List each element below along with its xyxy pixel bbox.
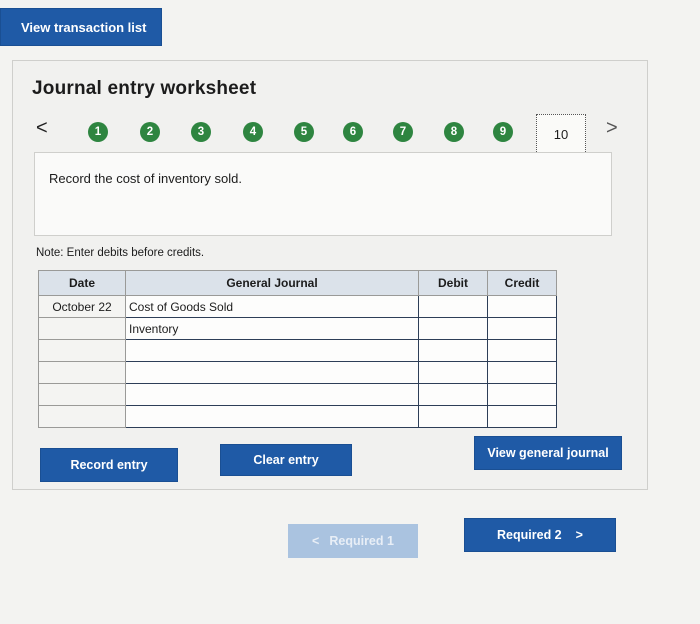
debit-cell[interactable] [418, 361, 488, 384]
prev-step-arrow[interactable]: < [36, 117, 48, 140]
instruction-box: Record the cost of inventory sold. [34, 152, 612, 236]
account-cell[interactable] [125, 361, 419, 384]
date-cell[interactable] [38, 383, 126, 406]
required-2-button[interactable]: Required 2 > [464, 518, 616, 552]
credit-cell[interactable] [487, 317, 557, 340]
debit-cell[interactable] [418, 383, 488, 406]
credit-cell[interactable] [487, 383, 557, 406]
table-row: October 22 Cost of Goods Sold [38, 295, 557, 318]
date-cell[interactable] [38, 317, 126, 340]
step-6[interactable]: 6 [343, 122, 363, 142]
table-header-row: Date General Journal Debit Credit [38, 270, 557, 296]
date-cell[interactable] [38, 339, 126, 362]
debit-cell[interactable] [418, 317, 488, 340]
table-row [38, 383, 557, 406]
account-text: Inventory [129, 321, 179, 336]
account-cell[interactable] [125, 405, 419, 428]
step-8[interactable]: 8 [444, 122, 464, 142]
step-10-current[interactable]: 10 [536, 114, 586, 154]
clear-entry-button[interactable]: Clear entry [220, 444, 352, 476]
credit-cell[interactable] [487, 405, 557, 428]
step-9[interactable]: 9 [493, 122, 513, 142]
chevron-right-icon: > [575, 528, 583, 542]
required-1-label: Required 1 [329, 534, 394, 548]
account-cell[interactable] [125, 383, 419, 406]
account-cell[interactable] [125, 339, 419, 362]
step-1[interactable]: 1 [88, 122, 108, 142]
debit-cell[interactable] [418, 339, 488, 362]
step-3[interactable]: 3 [191, 122, 211, 142]
debit-credit-note: Note: Enter debits before credits. [36, 247, 205, 259]
journal-entry-table: Date General Journal Debit Credit Octobe… [38, 270, 557, 428]
view-transaction-list-button[interactable]: View transaction list [0, 8, 162, 46]
step-7[interactable]: 7 [393, 122, 413, 142]
required-1-button[interactable]: < Required 1 [288, 524, 418, 558]
next-step-arrow[interactable]: > [606, 117, 618, 140]
date-cell[interactable]: October 22 [38, 295, 126, 318]
table-row [38, 405, 557, 428]
step-5[interactable]: 5 [294, 122, 314, 142]
step-2[interactable]: 2 [140, 122, 160, 142]
view-general-journal-button[interactable]: View general journal [474, 436, 622, 470]
date-cell[interactable] [38, 405, 126, 428]
chevron-left-icon: < [312, 534, 320, 548]
table-row [38, 361, 557, 384]
account-text: Cost of Goods Sold [129, 299, 234, 314]
table-row: Inventory [38, 317, 557, 340]
instruction-text: Record the cost of inventory sold. [49, 171, 242, 186]
debit-cell[interactable] [418, 405, 488, 428]
credit-cell[interactable] [487, 295, 557, 318]
debit-cell[interactable] [418, 295, 488, 318]
general-journal-column-header: General Journal [125, 270, 419, 296]
required-2-label: Required 2 [497, 528, 562, 542]
record-entry-button[interactable]: Record entry [40, 448, 178, 482]
account-cell[interactable]: Inventory [125, 317, 419, 340]
debit-column-header: Debit [418, 270, 488, 296]
worksheet-title: Journal entry worksheet [32, 78, 257, 99]
step-4[interactable]: 4 [243, 122, 263, 142]
date-column-header: Date [38, 270, 126, 296]
account-cell[interactable]: Cost of Goods Sold [125, 295, 419, 318]
credit-cell[interactable] [487, 339, 557, 362]
credit-column-header: Credit [487, 270, 557, 296]
table-row [38, 339, 557, 362]
date-cell[interactable] [38, 361, 126, 384]
credit-cell[interactable] [487, 361, 557, 384]
